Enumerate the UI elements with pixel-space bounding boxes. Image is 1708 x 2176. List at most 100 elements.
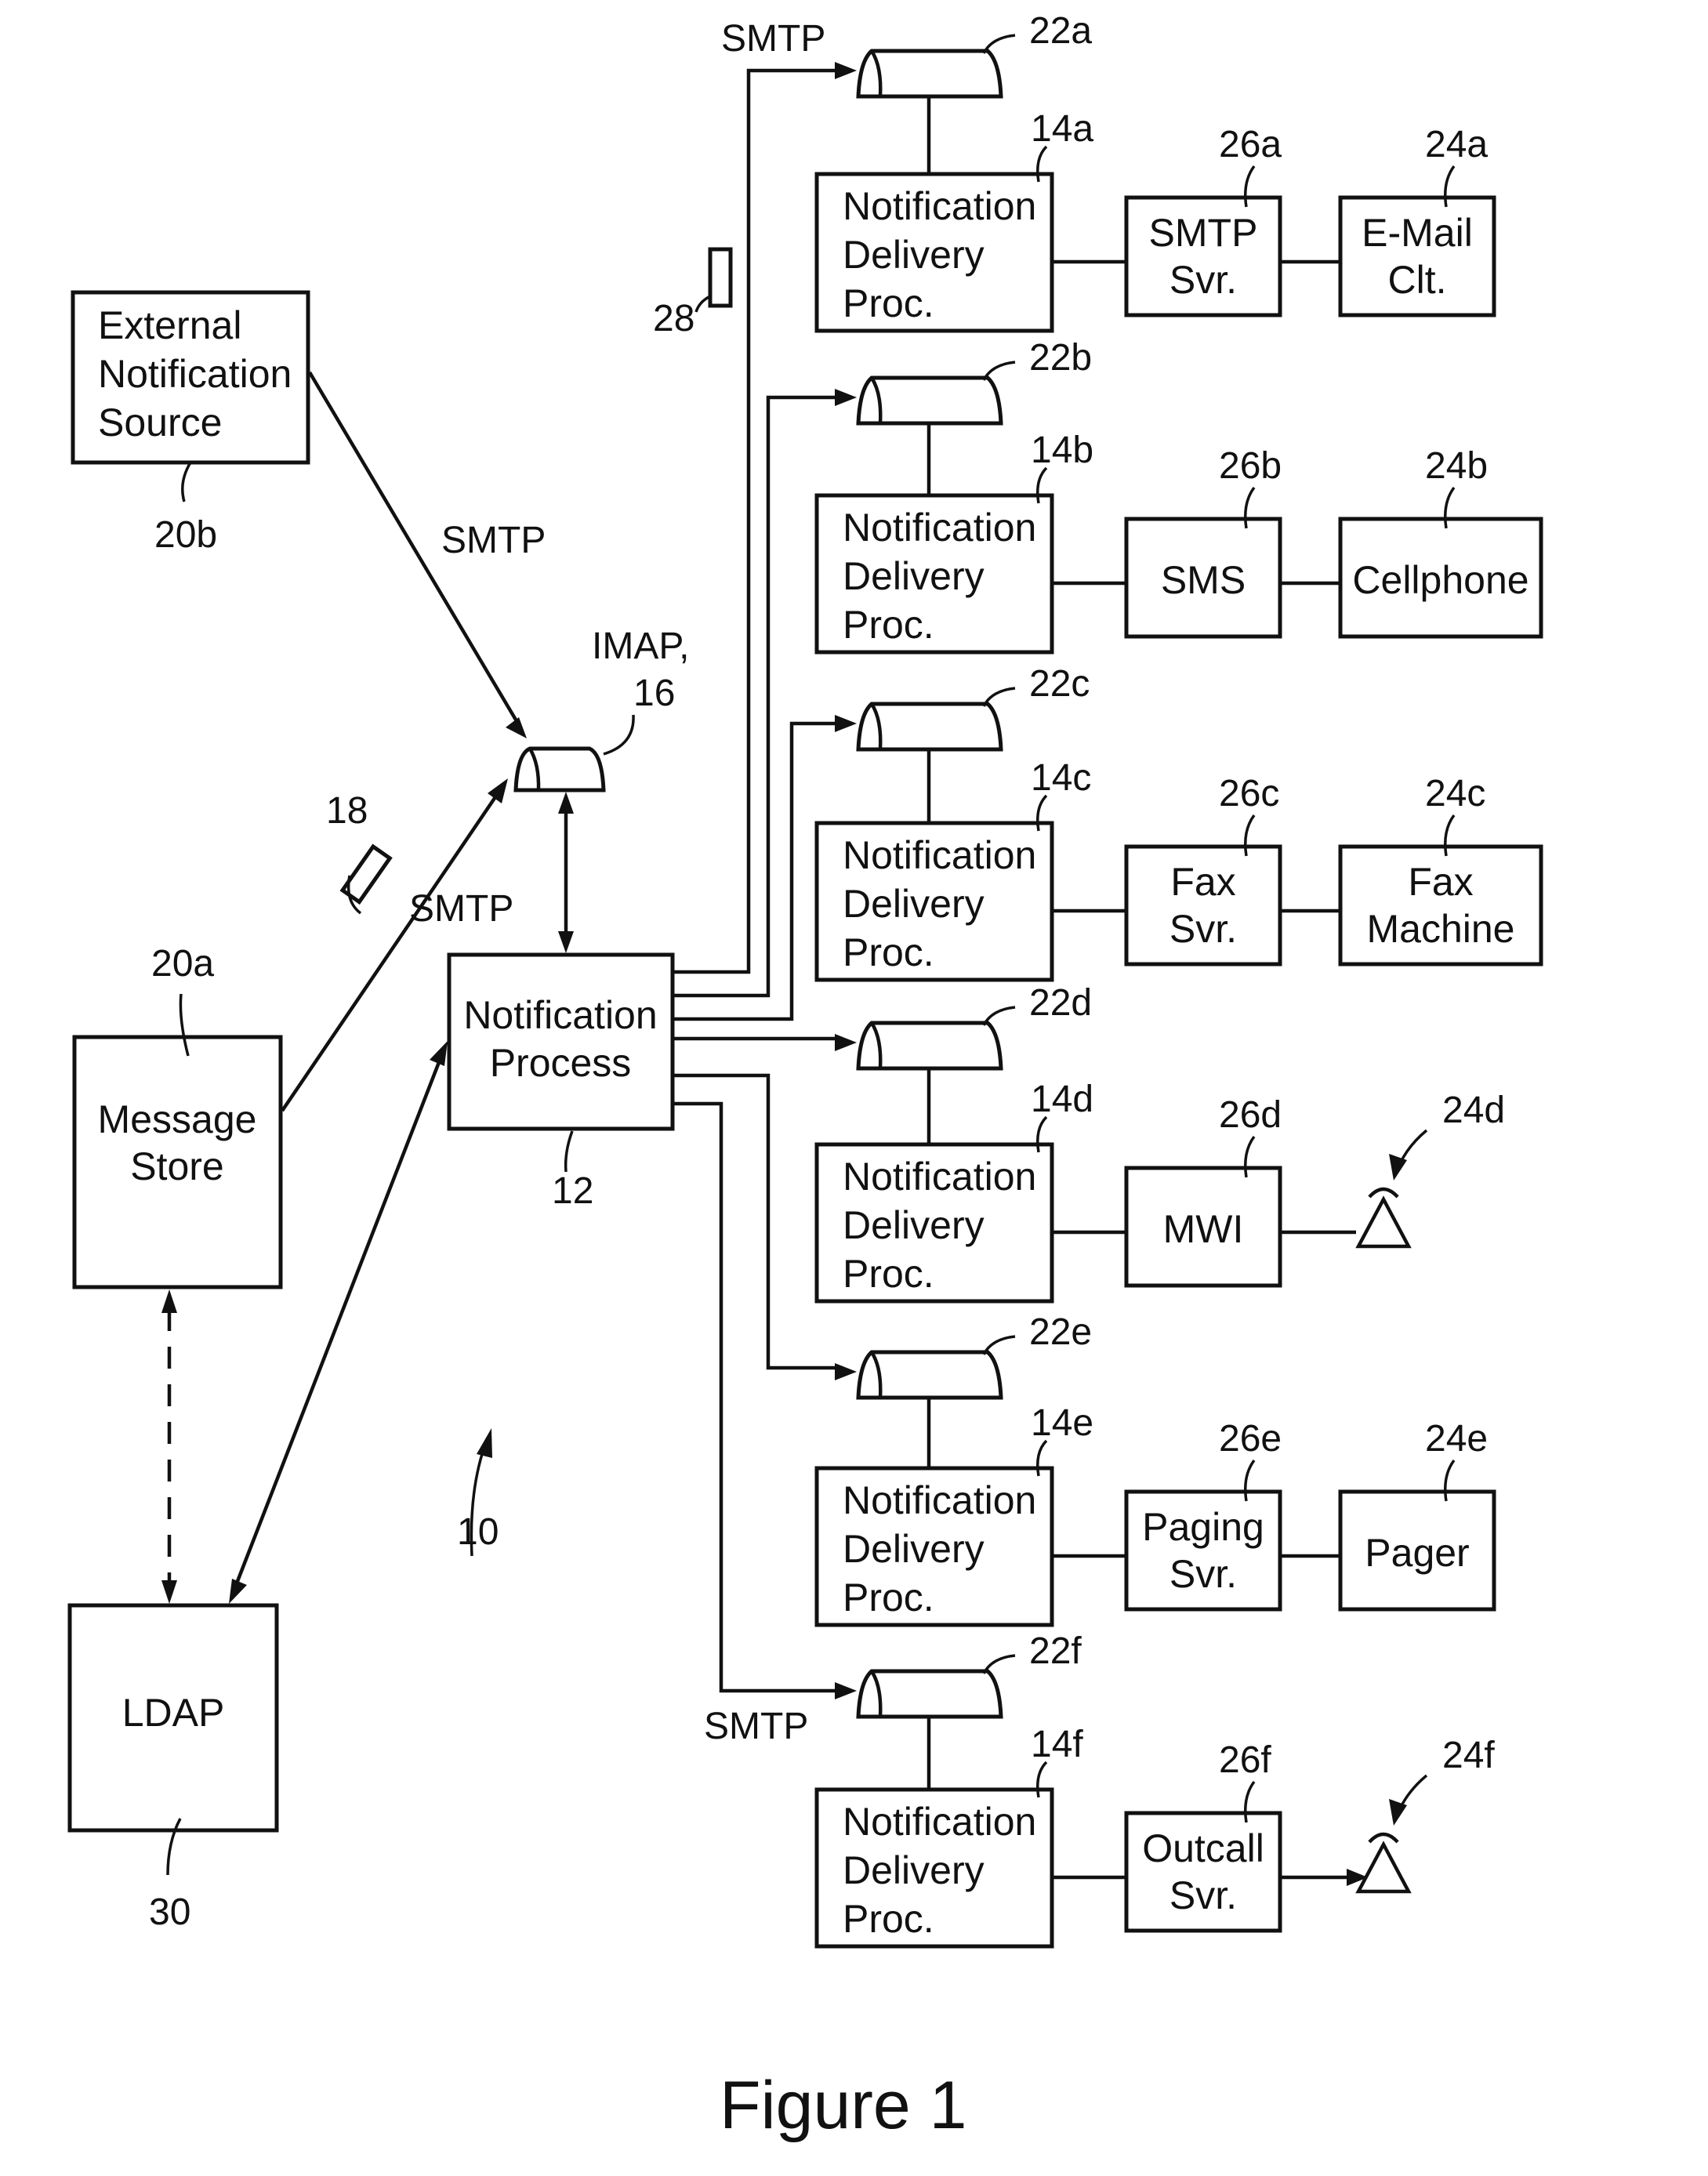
- node-line: Delivery: [843, 1203, 985, 1247]
- ref-label: 22c: [1029, 663, 1090, 705]
- arrowhead: [161, 1580, 177, 1604]
- ref-label: 22b: [1029, 337, 1092, 379]
- node-line: Proc.: [843, 1252, 934, 1296]
- node-line: Delivery: [843, 233, 985, 277]
- notification-delivery-proc-box: NotificationDeliveryProc.: [814, 1142, 1054, 1304]
- ref-label: 14c: [1031, 757, 1091, 799]
- ref-label: 20b: [154, 514, 217, 556]
- arrowhead: [558, 931, 574, 953]
- notification-delivery-proc-box: Notification DeliveryProc.: [814, 172, 1054, 333]
- arrowhead: [835, 1363, 857, 1380]
- notification-process-box: Notification Process: [447, 952, 675, 1131]
- node-line: Svr.: [1169, 258, 1237, 302]
- node-line: Notification: [843, 184, 1036, 228]
- arrowhead: [430, 1041, 448, 1066]
- server-box: FaxSvr.: [1124, 844, 1282, 967]
- edge-label: SMTP: [441, 520, 546, 561]
- ref-label: 22a: [1029, 10, 1092, 52]
- ref-label: 14b: [1031, 430, 1093, 471]
- ref-label: 24f: [1442, 1735, 1495, 1776]
- queue-icon: [856, 1350, 1003, 1400]
- node-line: Notification: [98, 352, 292, 396]
- branch-14d: 22d NotificationDelivery Proc. 14d MWI 26d 24d: [814, 982, 1505, 1304]
- notification-delivery-proc-box: NotificationDeliveryProc.: [814, 1787, 1054, 1949]
- arrowhead: [835, 715, 857, 732]
- node-line: Svr.: [1169, 1873, 1237, 1917]
- server-box: PagingSvr.: [1124, 1489, 1282, 1612]
- node-line: Outcall: [1142, 1826, 1264, 1870]
- node-line: Source: [98, 401, 222, 444]
- ref-label: 16: [633, 673, 675, 714]
- device-box: Pager: [1338, 1489, 1496, 1612]
- node-line: Message: [98, 1097, 257, 1141]
- arrowhead: [488, 778, 508, 803]
- server-box: MWI: [1124, 1166, 1282, 1288]
- ref-label: 24a: [1425, 124, 1488, 165]
- node-line: Svr.: [1169, 907, 1237, 951]
- arrowhead: [558, 792, 574, 814]
- node-line: Fax: [1170, 860, 1235, 904]
- node-line: MWI: [1163, 1207, 1244, 1251]
- arrowhead: [835, 389, 857, 406]
- ref-label: 26a: [1219, 124, 1282, 165]
- ref-label: 26c: [1219, 773, 1279, 814]
- ref-label: 14e: [1031, 1402, 1093, 1444]
- ref-label: 10: [457, 1511, 499, 1553]
- device-box: FaxMachine: [1338, 844, 1543, 967]
- notification-delivery-proc-box: NotificationDeliveryProc.: [814, 1466, 1054, 1627]
- node-line: Cellphone: [1352, 558, 1528, 602]
- node-line: Notification: [843, 506, 1036, 549]
- ref-label: 22e: [1029, 1311, 1092, 1353]
- node-line: Delivery: [843, 1527, 985, 1571]
- leader-line: [603, 714, 635, 756]
- ref-label: 20a: [151, 943, 214, 985]
- queue-icon: [856, 702, 1003, 752]
- branch-14e: 22e Notification Delivery Proc. 14e PagingSvr…: [814, 1311, 1496, 1627]
- ref-label: 12: [552, 1170, 593, 1212]
- node-line: E-Mail: [1362, 211, 1473, 255]
- node-line: Fax: [1408, 860, 1473, 904]
- node-line: External: [98, 303, 241, 347]
- node-line: Proc.: [843, 603, 934, 647]
- edge-label: SMTP: [704, 1706, 808, 1747]
- ref-label: 28: [653, 298, 694, 339]
- edge-label: SMTP: [721, 18, 825, 60]
- arrowhead: [835, 1682, 857, 1699]
- node-line: Proc.: [843, 1897, 934, 1941]
- queue-icon: [856, 1021, 1003, 1071]
- node-line: Delivery: [843, 1848, 985, 1892]
- node-line: Proc.: [843, 281, 934, 325]
- ref-label: 18: [326, 790, 368, 832]
- arrowhead: [229, 1579, 247, 1604]
- branch-14a: 22a Notification DeliveryProc. 14a SMTPSvr. 2…: [814, 10, 1496, 333]
- arrowhead: [835, 1034, 857, 1051]
- ref-label: 14f: [1031, 1724, 1083, 1765]
- ref-label: 26f: [1219, 1739, 1271, 1781]
- branch-14c: 22cNotificationDeliveryProc.14cFaxSvr.26…: [814, 663, 1543, 982]
- node-line: Delivery: [843, 554, 985, 598]
- imap-queue-icon: [513, 746, 606, 792]
- ref-label: 14a: [1031, 108, 1093, 150]
- node-line: Machine: [1367, 907, 1515, 951]
- node-line: Notification: [843, 833, 1036, 877]
- node-line: Paging: [1142, 1505, 1264, 1549]
- leader-line: [694, 295, 711, 313]
- queue-icon: [856, 49, 1003, 99]
- arrowhead: [835, 62, 857, 79]
- ref-label: 22f: [1029, 1630, 1082, 1672]
- message-store-box: Message Store: [72, 1035, 283, 1289]
- ref-label: 24b: [1425, 445, 1488, 487]
- node-line: Delivery: [843, 882, 985, 926]
- ref-label: 30: [149, 1891, 190, 1933]
- queue-icon: [856, 1669, 1003, 1719]
- ref-label: 24e: [1425, 1418, 1488, 1460]
- node-line: Pager: [1365, 1531, 1469, 1575]
- node-line: Notification: [463, 993, 657, 1037]
- notification-delivery-proc-box: Notification Delivery Proc.: [814, 493, 1054, 655]
- node-line: SMS: [1161, 558, 1246, 602]
- message-icon-28: [708, 247, 733, 308]
- leader-line: [564, 1130, 574, 1173]
- figure-title: Figure 1: [720, 2068, 967, 2143]
- node-line: Clt.: [1388, 258, 1447, 302]
- arrowhead: [161, 1289, 177, 1313]
